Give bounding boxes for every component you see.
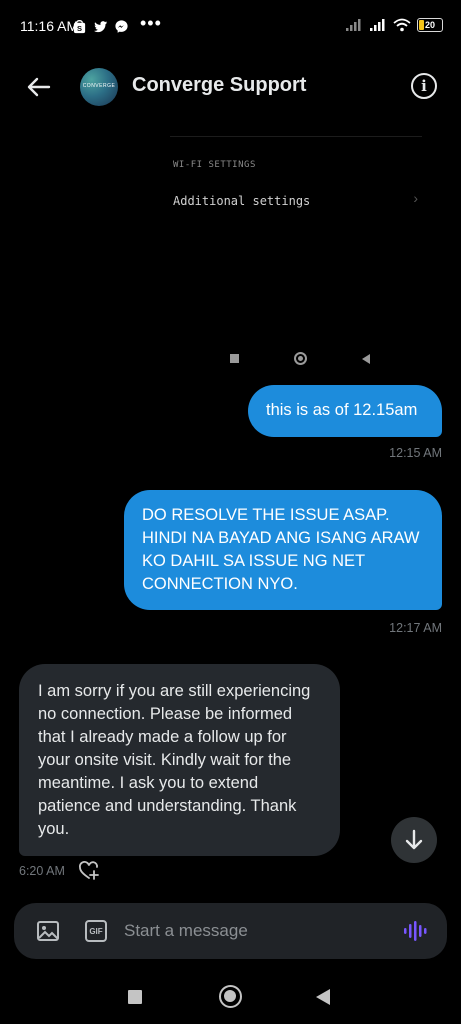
gif-button[interactable]: GIF <box>85 920 107 942</box>
image-section-label: WI-FI SETTINGS <box>173 160 256 170</box>
add-image-button[interactable] <box>36 920 60 942</box>
system-indicators: 20 <box>345 18 443 32</box>
avatar[interactable]: CONVERGE <box>80 68 118 106</box>
info-icon: i <box>421 77 427 95</box>
signal-icon <box>370 19 385 31</box>
scroll-to-bottom-button[interactable] <box>391 817 437 863</box>
arrow-left-icon <box>27 77 51 97</box>
wifi-icon <box>393 18 411 32</box>
image-icon <box>37 921 59 941</box>
status-bar: 11:16 AM S ••• 20 <box>0 0 461 56</box>
battery-icon: 20 <box>417 18 443 32</box>
voice-waveform-icon <box>404 921 427 941</box>
message-bubble-outgoing[interactable]: this is as of 12.15am <box>248 385 442 437</box>
conversation-header: CONVERGE Converge Support i <box>0 56 461 120</box>
battery-level: 20 <box>424 20 435 30</box>
notification-icons: S <box>72 19 129 34</box>
conversation-title[interactable]: Converge Support <box>132 74 306 97</box>
message-timestamp: 12:17 AM <box>389 621 442 635</box>
divider <box>170 136 422 137</box>
recents-button[interactable] <box>128 990 142 1004</box>
avatar-logo-text: CONVERGE <box>82 83 116 90</box>
image-row-label: Additional settings <box>173 194 311 208</box>
more-notifications-icon: ••• <box>140 13 162 33</box>
add-reaction-button[interactable] <box>78 860 100 882</box>
recents-icon <box>230 354 239 363</box>
heart-plus-icon <box>79 861 99 880</box>
image-nav-bar <box>230 352 370 365</box>
chevron-right-icon: › <box>413 190 418 206</box>
shopee-icon: S <box>73 19 86 33</box>
info-button[interactable]: i <box>411 73 437 99</box>
signal-icon <box>346 19 361 31</box>
message-timestamp: 6:20 AM <box>19 864 65 878</box>
back-button[interactable] <box>22 70 56 104</box>
voice-message-button[interactable] <box>402 919 428 943</box>
system-nav-bar <box>0 964 461 1024</box>
status-time: 11:16 AM <box>20 18 79 34</box>
message-input[interactable] <box>124 917 384 945</box>
message-timestamp: 12:15 AM <box>389 446 442 460</box>
svg-text:S: S <box>77 24 82 33</box>
home-button[interactable] <box>219 985 242 1008</box>
message-composer: GIF <box>14 903 447 959</box>
twitter-icon <box>93 21 108 33</box>
shared-image[interactable]: WI-FI SETTINGS Additional settings › <box>170 130 422 380</box>
message-bubble-outgoing[interactable]: DO RESOLVE THE ISSUE ASAP. HINDI NA BAYA… <box>124 490 442 610</box>
home-icon <box>294 352 307 365</box>
back-icon <box>362 353 370 364</box>
arrow-down-icon <box>405 829 423 850</box>
messenger-icon <box>115 20 128 33</box>
message-bubble-incoming[interactable]: I am sorry if you are still experiencing… <box>19 664 340 856</box>
system-back-button[interactable] <box>316 989 330 1005</box>
